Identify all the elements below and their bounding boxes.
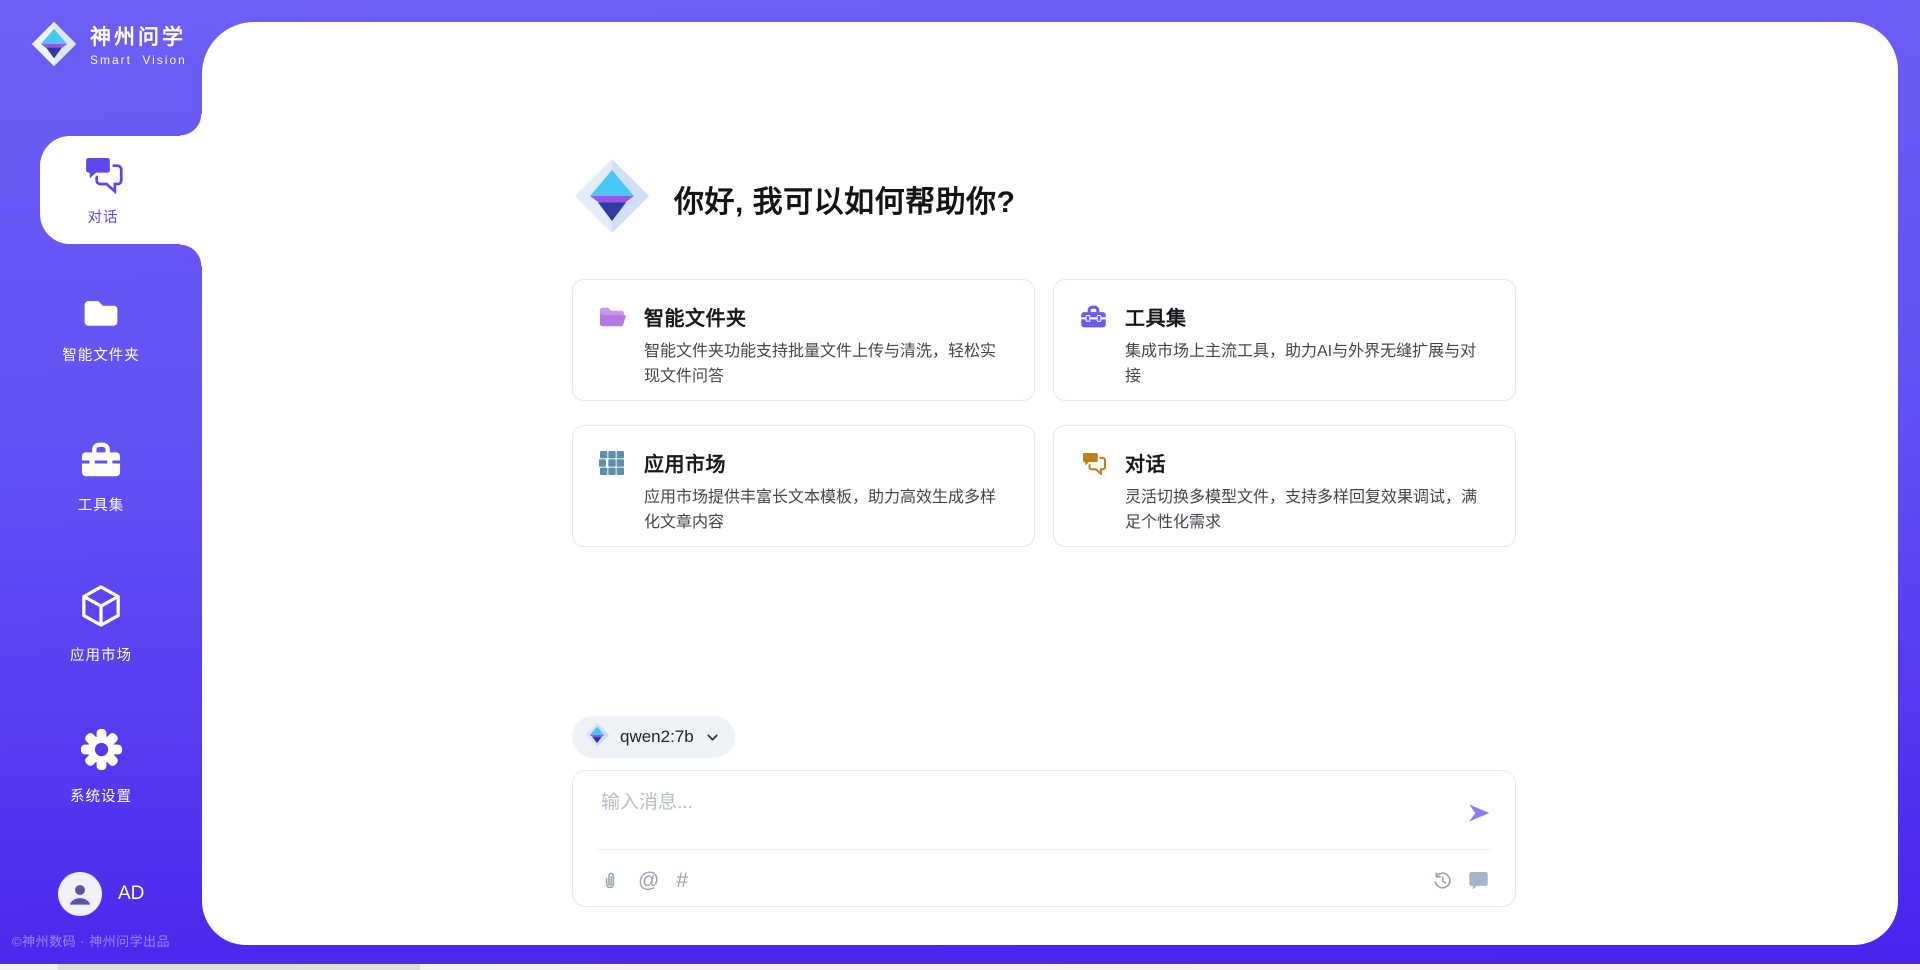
card-title: 工具集 (1125, 302, 1187, 331)
greeting: 你好, 我可以如何帮助你? (572, 156, 1016, 241)
card-smart-folder[interactable]: 智能文件夹 智能文件夹功能支持批量文件上传与清洗，轻松实现文件问答 (572, 279, 1035, 401)
card-title: 对话 (1125, 448, 1166, 477)
feedback-chat-icon[interactable] (1467, 870, 1489, 890)
card-toolset[interactable]: 工具集 集成市场上主流工具，助力AI与外界无缝扩展与对接 (1053, 279, 1516, 401)
card-description: 集成市场上主流工具，助力AI与外界无缝扩展与对接 (1079, 340, 1491, 390)
toolbox-icon (80, 440, 122, 485)
message-composer: @ # (572, 770, 1516, 907)
send-button[interactable] (1465, 799, 1493, 827)
card-title: 智能文件夹 (644, 302, 747, 331)
mention-icon[interactable]: @ (638, 870, 659, 891)
card-description: 智能文件夹功能支持批量文件上传与清洗，轻松实现文件问答 (598, 340, 1010, 390)
avatar (58, 872, 102, 916)
card-app-market[interactable]: 应用市场 应用市场提供丰富长文本模板，助力高效生成多样化文章内容 (572, 425, 1035, 547)
card-description: 灵活切换多模型文件，支持多样回复效果调试，满足个性化需求 (1079, 486, 1491, 536)
card-title: 应用市场 (644, 448, 726, 477)
sidebar-item-label: 工具集 (78, 494, 125, 515)
user-account[interactable]: AD (58, 872, 144, 916)
toolbox-icon (1079, 304, 1107, 330)
brand-subtitle: Smart Vision (90, 53, 187, 67)
user-name: AD (118, 883, 144, 905)
sidebar-item-label: 智能文件夹 (62, 344, 140, 365)
app-root: { "brand": { "name": "神州问学", "subtitle":… (0, 0, 1920, 970)
copyright-text: ©神州数码 · 神州问学出品 (12, 931, 202, 950)
sidebar: 神州问学 Smart Vision 智能文件夹 工具集 (0, 0, 202, 970)
chat-icon (1079, 450, 1107, 476)
brand-diamond-icon (30, 20, 78, 73)
hashtag-icon[interactable]: # (676, 870, 688, 891)
feature-cards: 智能文件夹 智能文件夹功能支持批量文件上传与清洗，轻松实现文件问答 (572, 279, 1516, 547)
attachment-icon[interactable] (599, 868, 621, 892)
horizontal-scrollbar-thumb[interactable] (58, 964, 420, 970)
grid-icon (598, 450, 626, 476)
model-diamond-icon (584, 722, 610, 753)
card-description: 应用市场提供丰富长文本模板，助力高效生成多样化文章内容 (598, 486, 1010, 536)
model-selector[interactable]: qwen2:7b (572, 716, 735, 758)
cube-icon (80, 584, 122, 635)
sidebar-item-settings[interactable]: 系统设置 (0, 728, 202, 806)
horizontal-scrollbar-track[interactable] (0, 964, 1920, 970)
brand-logo: 神州问学 Smart Vision (30, 20, 187, 73)
brand-name: 神州问学 (90, 26, 187, 50)
sidebar-item-label: 应用市场 (70, 644, 132, 665)
sidebar-item-app-market[interactable]: 应用市场 (0, 584, 202, 665)
chevron-down-icon (704, 729, 721, 746)
assistant-diamond-icon (572, 156, 652, 241)
gear-icon (80, 728, 123, 776)
sidebar-item-smart-folder[interactable]: 智能文件夹 (0, 296, 202, 365)
composer-toolbar: @ # (599, 859, 1489, 901)
model-name: qwen2:7b (620, 727, 694, 747)
main-panel-content: 你好, 我可以如何帮助你? 智能文件夹 智能文件夹功能支持批量文件上传与清洗，轻… (202, 22, 1898, 945)
message-input[interactable] (599, 785, 1443, 845)
sidebar-item-toolset[interactable]: 工具集 (0, 440, 202, 515)
history-icon[interactable] (1431, 869, 1454, 892)
greeting-title: 你好, 我可以如何帮助你? (674, 177, 1016, 221)
folder-icon (81, 296, 121, 335)
sidebar-item-label: 系统设置 (70, 785, 132, 806)
composer-divider (597, 849, 1491, 850)
card-chat[interactable]: 对话 灵活切换多模型文件，支持多样回复效果调试，满足个性化需求 (1053, 425, 1516, 547)
folder-open-icon (598, 304, 626, 330)
